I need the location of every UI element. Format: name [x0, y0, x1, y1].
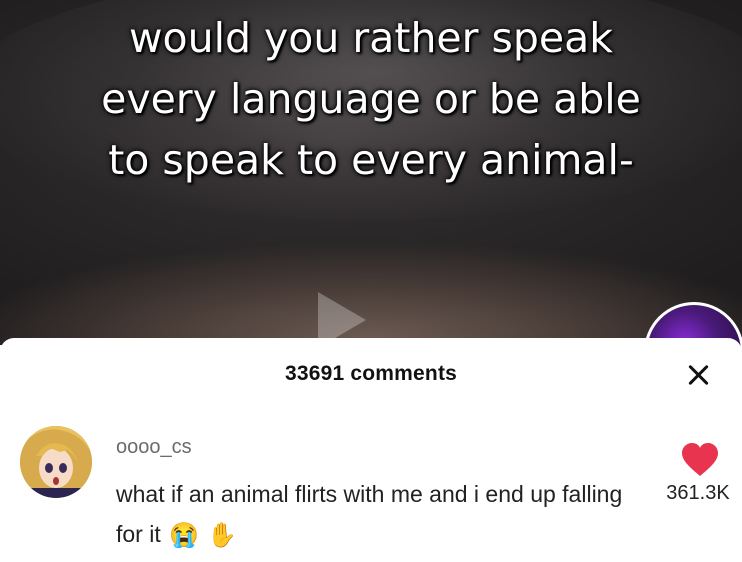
comment-body: what if an animal flirts with me and i e… [116, 474, 636, 556]
comments-count: 33691 comments [284, 362, 458, 385]
comment-item: oooo_cs what if an animal flirts with me… [0, 422, 742, 562]
comment-username[interactable]: oooo_cs [116, 436, 192, 459]
video-player[interactable]: would you rather speak every language or… [0, 0, 742, 345]
heart-icon[interactable] [680, 442, 720, 478]
caption-line-1: would you rather speak [128, 14, 614, 62]
comments-sheet: 33691 comments oooo_cs what if an animal… [0, 338, 742, 561]
close-icon[interactable] [684, 360, 714, 390]
raised-hand-emoji: ✋ [207, 521, 238, 549]
crying-face-emoji: 😭 [169, 521, 200, 549]
like-count: 361.3K [666, 482, 730, 504]
video-caption: would you rather speak every language or… [0, 8, 742, 191]
avatar[interactable] [20, 426, 92, 498]
caption-line-2: every language or be able [101, 75, 641, 123]
caption-line-3: to speak to every animal- [108, 136, 634, 184]
